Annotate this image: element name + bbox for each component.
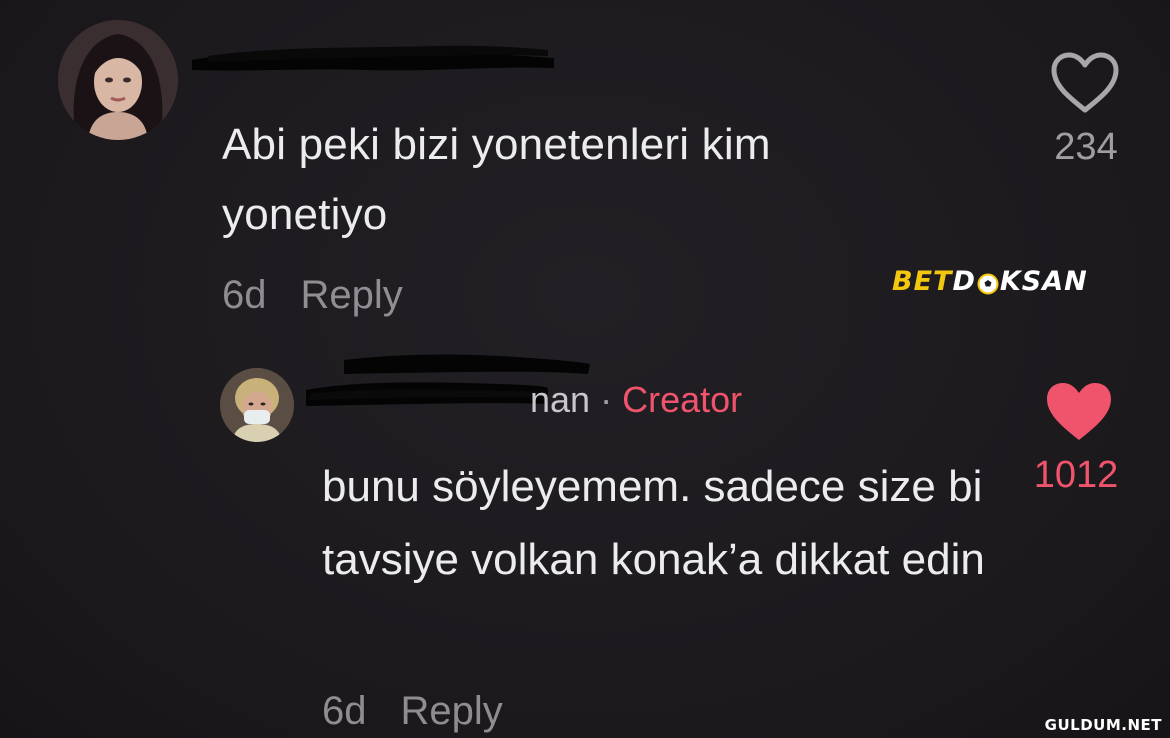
brand-watermark-part2b: KSAN — [999, 266, 1088, 297]
brand-watermark-part2a: D — [952, 266, 976, 297]
comment-timestamp: 6d — [222, 273, 267, 317]
brand-watermark-part1: BET — [892, 266, 953, 297]
site-watermark: GULDUM.NET — [1044, 716, 1162, 734]
reply-button[interactable]: Reply — [301, 270, 403, 320]
reply-timestamp: 6d — [322, 689, 367, 733]
commenter-avatar[interactable] — [58, 20, 178, 140]
reply-like-count: 1012 — [1033, 454, 1119, 496]
comment-text: Abi peki bizi yonetenleri kim yonetiyo — [222, 120, 771, 239]
comment-like-count: 234 — [1054, 126, 1118, 168]
soccer-ball-icon — [977, 271, 999, 294]
heart-outline-icon[interactable] — [1050, 52, 1120, 114]
reply-button[interactable]: Reply — [401, 686, 503, 736]
comment-thread: Abi peki bizi yonetenleri kim yonetiyo 6… — [0, 0, 1170, 738]
brand-watermark: BET D KSAN — [892, 266, 1088, 297]
creator-name-row: nan · Creator — [530, 380, 742, 420]
creator-avatar[interactable] — [220, 368, 294, 442]
reply-text: bunu söyleyemem. sadece size bi tavsiye … — [322, 462, 985, 584]
creator-badge: Creator — [622, 379, 743, 420]
reply-meta: 6d Reply — [322, 686, 503, 736]
creator-username-suffix[interactable]: nan — [530, 380, 590, 420]
redacted-username — [188, 42, 558, 78]
heart-filled-icon[interactable] — [1044, 380, 1114, 444]
comment-meta: 6d Reply — [222, 270, 403, 320]
separator-dot: · — [600, 379, 613, 420]
